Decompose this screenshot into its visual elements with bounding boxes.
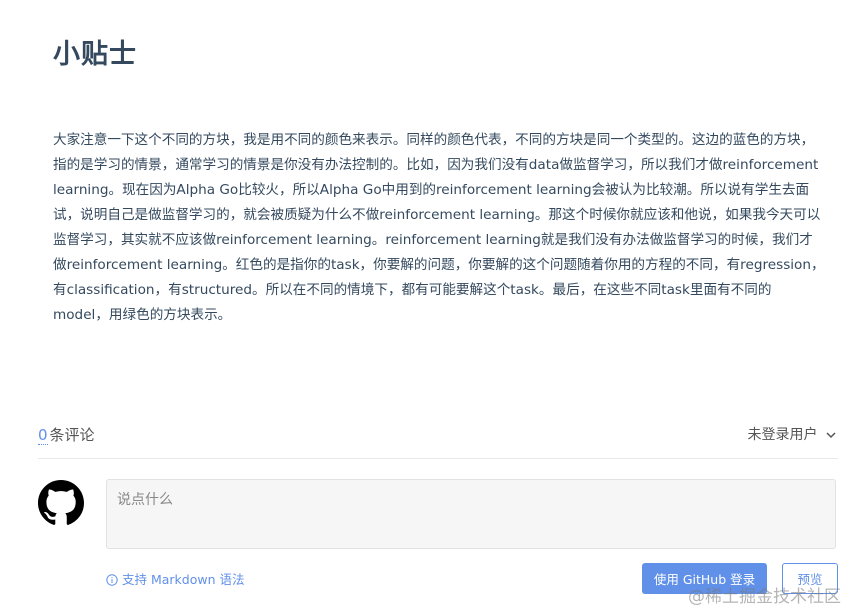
markdown-tip-label: 支持 Markdown 语法 xyxy=(122,572,245,587)
comment-count-label: 条评论 xyxy=(49,426,95,444)
article-title: 小贴士 xyxy=(53,39,137,70)
comments-header: 0 条评论 未登录用户 xyxy=(38,416,838,459)
info-icon xyxy=(106,574,118,586)
comment-count: 0 条评论 xyxy=(38,424,95,445)
article-paragraph: 大家注意一下这个不同的方块，我是用不同的颜色来表示。同样的颜色代表，不同的方块是… xyxy=(53,132,825,323)
user-menu-label: 未登录用户 xyxy=(747,427,818,443)
comment-count-number[interactable]: 0 xyxy=(38,426,48,445)
comment-input[interactable] xyxy=(106,479,836,549)
chevron-down-icon xyxy=(826,431,836,438)
user-menu[interactable]: 未登录用户 xyxy=(748,424,836,444)
github-icon[interactable] xyxy=(38,480,84,526)
page: 小贴士 大家注意一下这个不同的方块，我是用不同的颜色来表示。同样的颜色代表，不同… xyxy=(0,0,856,610)
watermark: @稀土掘金技术社区 xyxy=(688,587,841,607)
markdown-tip-link[interactable]: 支持 Markdown 语法 xyxy=(106,569,245,588)
